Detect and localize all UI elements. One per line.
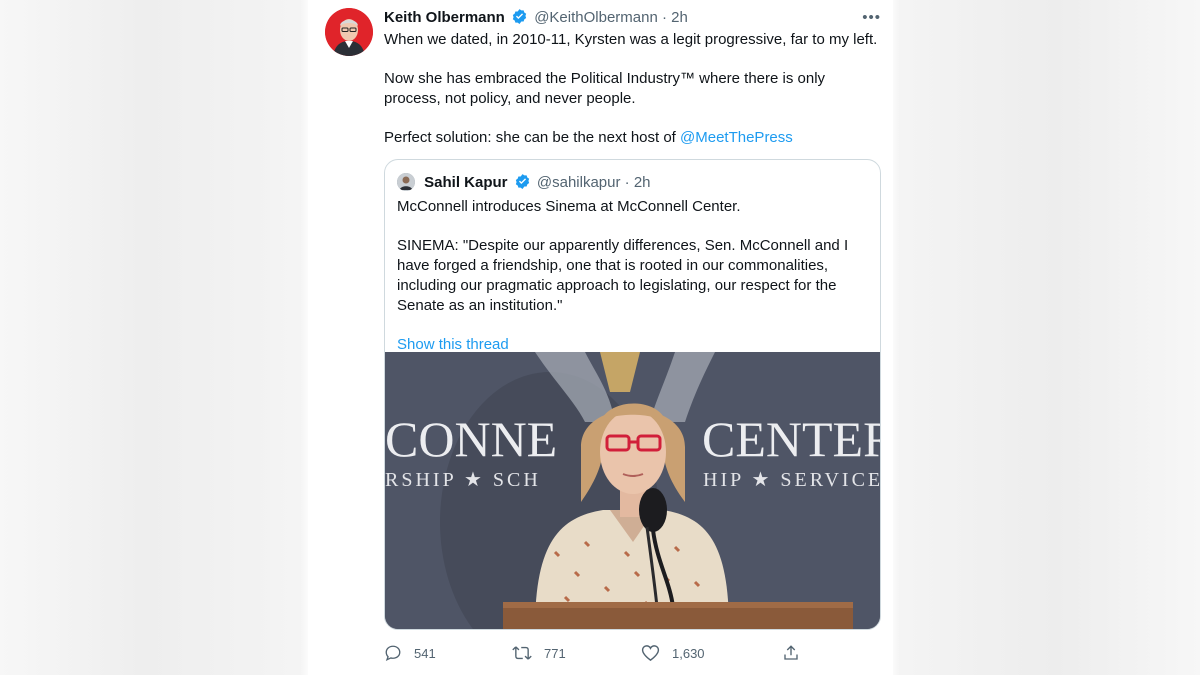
share-button[interactable] xyxy=(782,640,800,666)
more-options-icon[interactable]: ••• xyxy=(862,8,881,28)
header-separator: · xyxy=(662,9,667,26)
tweet-time[interactable]: 2h xyxy=(671,9,688,26)
retweet-icon[interactable] xyxy=(512,644,532,662)
reply-count: 541 xyxy=(414,645,436,661)
tweet-text: When we dated, in 2010-11, Kyrsten was a… xyxy=(384,30,884,168)
tweet-paragraph-2: Now she has embraced the Political Indus… xyxy=(384,70,826,108)
quoted-tweet-image[interactable]: CONNE CENTER RSHIP ★ SCH HIP ★ SERVICE xyxy=(385,352,880,629)
retweet-button[interactable]: 771 xyxy=(512,640,566,666)
backdrop-text-right: CENTER xyxy=(702,411,880,467)
author-handle[interactable]: @KeithOlbermann xyxy=(534,9,658,26)
tweet-card[interactable]: Keith Olbermann @KeithOlbermann · 2h •••… xyxy=(308,0,893,675)
quoted-author-name[interactable]: Sahil Kapur xyxy=(424,174,507,191)
backdrop-subtext-left: RSHIP ★ SCH xyxy=(385,469,541,491)
like-button[interactable]: 1,630 xyxy=(641,640,705,666)
podium xyxy=(503,602,853,629)
backdrop-subtext-right: HIP ★ SERVICE xyxy=(703,469,880,491)
tweet-paragraph-3: Perfect solution: she can be the next ho… xyxy=(384,128,884,148)
author-avatar[interactable] xyxy=(325,8,373,56)
quoted-tweet[interactable]: Sahil Kapur @sahilkapur · 2h McConnell i… xyxy=(384,159,881,630)
quoted-paragraph-2: SINEMA: "Despite our apparently differen… xyxy=(397,237,849,314)
quoted-tweet-text: McConnell introduces Sinema at McConnell… xyxy=(397,197,867,355)
quoted-author-avatar[interactable] xyxy=(397,173,415,191)
like-count: 1,630 xyxy=(672,645,705,661)
share-icon[interactable] xyxy=(782,644,800,662)
mention-link[interactable]: @MeetThePress xyxy=(680,129,793,146)
retweet-count: 771 xyxy=(544,645,566,661)
tweet-paragraph-3-text: Perfect solution: she can be the next ho… xyxy=(384,129,681,147)
quoted-tweet-time[interactable]: 2h xyxy=(634,174,651,191)
reply-button[interactable]: 541 xyxy=(384,640,436,666)
author-name[interactable]: Keith Olbermann xyxy=(384,9,505,26)
quoted-tweet-header: Sahil Kapur @sahilkapur · 2h xyxy=(397,173,651,193)
reply-icon[interactable] xyxy=(384,644,402,662)
quoted-author-handle[interactable]: @sahilkapur xyxy=(537,174,621,191)
quoted-verified-badge-icon xyxy=(514,173,531,196)
tweet-header: Keith Olbermann @KeithOlbermann · 2h ••• xyxy=(384,8,881,30)
verified-badge-icon xyxy=(511,8,528,31)
tweet-paragraph-1: When we dated, in 2010-11, Kyrsten was a… xyxy=(384,31,878,48)
quoted-paragraph-1: McConnell introduces Sinema at McConnell… xyxy=(397,198,741,215)
backdrop-text-left: CONNE xyxy=(385,411,557,467)
heart-icon[interactable] xyxy=(641,644,660,662)
tweet-actions: 541 771 1,630 xyxy=(384,640,864,666)
quoted-header-separator: · xyxy=(624,174,630,191)
